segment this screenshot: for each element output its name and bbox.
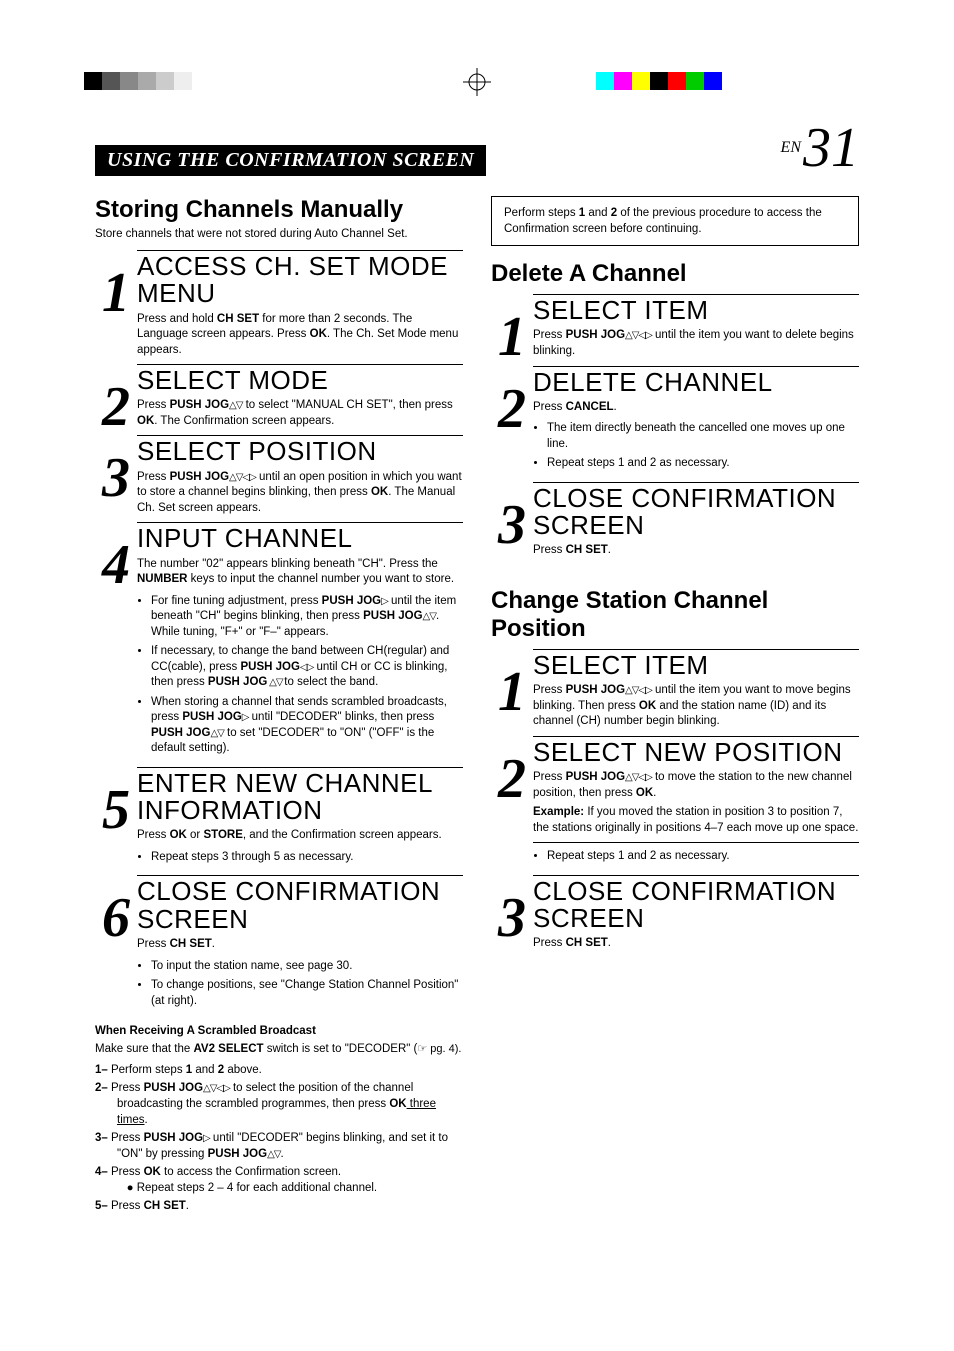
prereq-note: Perform steps 1 and 2 of the previous pr… [491,196,859,246]
step-4-bullets: For fine tuning adjustment, press PUSH J… [137,594,463,757]
left-column: Storing Channels Manually Store channels… [95,196,463,1218]
delete-step-2: 2 DELETE CHANNEL Press CANCEL. The item … [491,366,859,476]
step-4: 4 INPUT CHANNEL The number "02" appears … [95,522,463,760]
section-title-delete: Delete A Channel [491,260,859,288]
step-5: 5 ENTER NEW CHANNEL INFORMATION Press OK… [95,767,463,870]
change-step-3: 3 CLOSE CONFIRMATION SCREEN Press CH SET… [491,875,859,952]
change-step-1: 1 SELECT ITEM Press PUSH JOG△▽◁▷ until t… [491,649,859,730]
scrambled-note: When Receiving A Scrambled Broadcast Mak… [95,1023,463,1214]
section-title-change: Change Station Channel Position [491,587,859,643]
step-1: 1 ACCESS CH. SET MODE MENU Press and hol… [95,250,463,358]
page-title: USING THE CONFIRMATION SCREEN [95,145,486,176]
page-header: USING THE CONFIRMATION SCREEN EN31 [95,120,859,176]
change-step-2: 2 SELECT NEW POSITION Press PUSH JOG△▽◁▷… [491,736,859,869]
section-subtitle: Store channels that were not stored duri… [95,228,463,240]
delete-step-3: 3 CLOSE CONFIRMATION SCREEN Press CH SET… [491,482,859,559]
step-2: 2 SELECT MODE Press PUSH JOG△▽ to select… [95,364,463,429]
crop-marks [0,30,954,90]
page-number: EN31 [781,120,859,176]
step-6: 6 CLOSE CONFIRMATION SCREEN Press CH SET… [95,875,463,1013]
delete-step-1: 1 SELECT ITEM Press PUSH JOG△▽◁▷ until t… [491,294,859,359]
step-3: 3 SELECT POSITION Press PUSH JOG△▽◁▷ unt… [95,435,463,516]
registration-mark [463,68,491,96]
right-column: Perform steps 1 and 2 of the previous pr… [491,196,859,1218]
section-title-storing: Storing Channels Manually [95,196,463,224]
